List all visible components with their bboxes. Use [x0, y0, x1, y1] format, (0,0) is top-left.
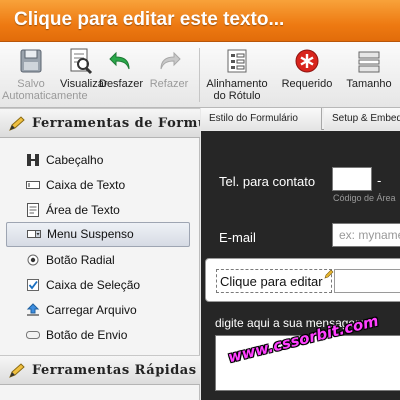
preview-button[interactable]: Visualizar — [60, 47, 108, 90]
pencil-icon — [9, 116, 25, 131]
pencil-icon — [9, 363, 25, 378]
tab-form-style-label: Estilo do Formulário — [209, 113, 298, 124]
required-icon — [295, 49, 319, 73]
label-align-label-2: do Rótulo — [213, 90, 261, 102]
tab-setup-embed[interactable]: Setup & Embed — [324, 108, 400, 130]
tool-textarea-label: Área de Texto — [46, 203, 120, 217]
left-panel: Ferramentas de Formulário Cabeçalho Caix… — [0, 108, 200, 400]
edit-pencil-icon — [324, 269, 334, 279]
undo-icon — [109, 51, 130, 70]
area-code-sublabel: Código de Área — [333, 193, 396, 203]
autosave-button[interactable]: Salvo Automaticamente — [2, 47, 88, 102]
preview-icon — [70, 48, 93, 75]
phone-label: Tel. para contato — [219, 174, 316, 189]
area-code-input[interactable] — [332, 167, 372, 191]
message-textarea[interactable] — [215, 335, 400, 391]
label-align-button[interactable]: Alinhamento do Rótulo — [203, 47, 271, 102]
tool-checkbox[interactable]: Caixa de Seleção — [0, 273, 200, 298]
checkbox-icon — [27, 279, 39, 291]
selected-field-input[interactable] — [334, 269, 400, 293]
undo-button[interactable]: Desfazer — [99, 47, 143, 90]
tool-dropdown-label: Menu Suspenso — [47, 227, 134, 241]
dropdown-icon — [27, 230, 41, 238]
tool-radio-label: Botão Radial — [46, 253, 115, 267]
size-button[interactable]: Tamanho — [343, 47, 395, 90]
form-title[interactable]: Clique para editar este texto... — [14, 9, 284, 31]
tab-bar: Estilo do Formulário Setup & Embed — [201, 108, 400, 130]
tool-heading-label: Cabeçalho — [46, 153, 104, 167]
toolbar: Salvo Automaticamente Visualizar Desfaze… — [0, 42, 400, 108]
quick-tools-title: Ferramentas Rápidas — [32, 363, 197, 378]
toolbar-separator — [199, 48, 200, 102]
redo-label: Refazer — [149, 78, 189, 90]
quick-tools-header[interactable]: Ferramentas Rápidas — [0, 355, 200, 385]
email-input[interactable]: ex: myname@example.com — [332, 223, 400, 247]
preview-label: Visualizar — [60, 78, 108, 90]
tool-submit[interactable]: Botão de Envio — [0, 323, 200, 348]
title-bar: Clique para editar este texto... — [0, 0, 400, 42]
editable-label[interactable]: Clique para editar — [216, 269, 332, 293]
required-label: Requerido — [281, 78, 333, 90]
form-tools-title: Ferramentas de Formulário — [32, 116, 200, 131]
tab-form-style[interactable]: Estilo do Formulário — [201, 108, 322, 130]
required-button[interactable]: Requerido — [279, 47, 335, 90]
size-label: Tamanho — [346, 78, 392, 90]
tool-submit-label: Botão de Envio — [46, 328, 128, 342]
tab-setup-embed-label: Setup & Embed — [332, 113, 400, 124]
autosave-label: Salvo — [17, 78, 45, 90]
email-label: E-mail — [219, 230, 256, 245]
selected-field-row[interactable]: Clique para editar — [205, 258, 400, 302]
redo-button[interactable]: Refazer — [146, 47, 192, 90]
upload-icon — [26, 303, 40, 316]
radio-icon — [27, 254, 39, 266]
floppy-disk-icon — [20, 49, 42, 73]
textbox-icon — [26, 181, 40, 189]
submit-button-icon — [26, 331, 40, 339]
autosave-label-2: Automaticamente — [2, 90, 88, 102]
tool-textbox[interactable]: Caixa de Texto — [0, 173, 200, 198]
resize-icon — [358, 51, 380, 73]
tool-dropdown[interactable]: Menu Suspenso — [6, 222, 190, 247]
tool-upload-label: Carregar Arquivo — [46, 303, 137, 317]
tool-upload[interactable]: Carregar Arquivo — [0, 298, 200, 323]
label-align-label: Alinhamento — [206, 78, 268, 90]
message-label: digite aqui a sua mensagem ! — [215, 316, 372, 330]
tool-checkbox-label: Caixa de Seleção — [46, 278, 141, 292]
redo-icon — [160, 51, 181, 70]
phone-dash: - — [377, 173, 382, 188]
tool-radio[interactable]: Botão Radial — [0, 248, 200, 273]
label-align-icon — [227, 49, 247, 73]
tool-heading[interactable]: Cabeçalho — [0, 148, 200, 173]
form-tools-header[interactable]: Ferramentas de Formulário — [0, 108, 200, 138]
heading-icon — [27, 154, 39, 166]
tool-textarea[interactable]: Área de Texto — [0, 198, 200, 223]
textarea-icon — [27, 203, 39, 217]
tool-textbox-label: Caixa de Texto — [46, 178, 126, 192]
undo-label: Desfazer — [99, 78, 144, 90]
